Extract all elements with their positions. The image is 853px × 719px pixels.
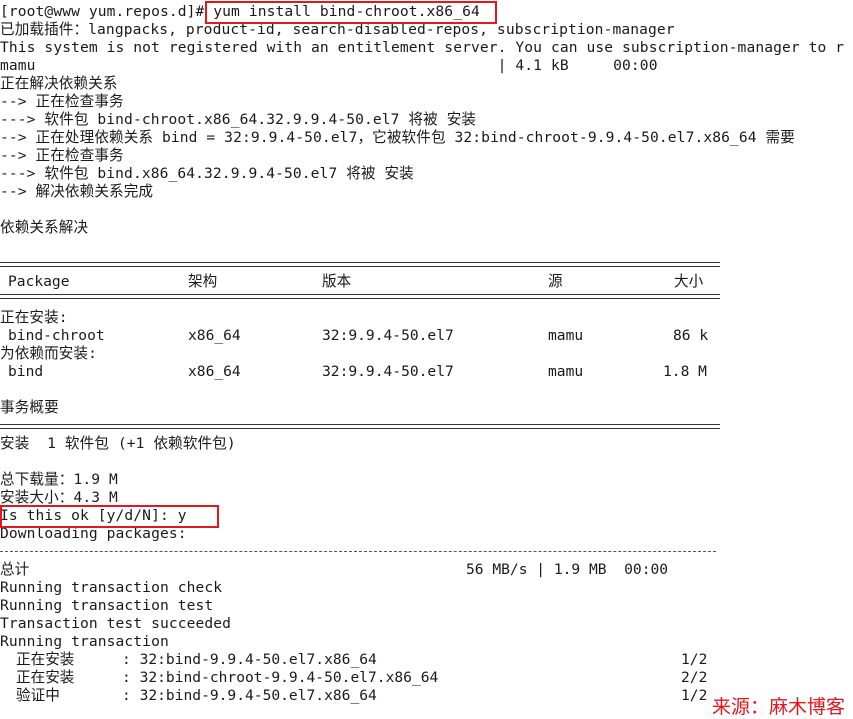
output-line: 正在解决依赖关系	[0, 75, 118, 92]
row-size: 86 k	[673, 327, 709, 344]
step-action: 正在安装	[16, 651, 75, 668]
row-repo: mamu	[548, 363, 584, 380]
step-count: 2/2	[681, 669, 708, 686]
step-action: 正在安装	[16, 669, 75, 686]
summary-download-size: 总下载量：1.9 M	[0, 471, 118, 488]
output-line: --> 正在检查事务	[0, 93, 124, 110]
output-line: This system is not registered with an en…	[0, 39, 845, 56]
table-group-deps: 为依赖而安装:	[0, 345, 98, 362]
output-line: 依赖关系解决	[0, 219, 89, 236]
transaction-line: Running transaction	[0, 633, 169, 650]
output-line: --> 正在处理依赖关系 bind = 32:9.9.4-50.el7，它被软件…	[0, 129, 795, 146]
transaction-line: Running transaction check	[0, 579, 223, 596]
output-line: mamu | 4.1 kB 00:00	[0, 57, 658, 74]
table-header-repo: 源	[548, 273, 563, 290]
prompt-highlight-box	[0, 505, 219, 528]
row-version: 32:9.9.4-50.el7	[322, 363, 454, 380]
table-header-size: 大小	[674, 273, 704, 290]
table-header-version: 版本	[322, 273, 352, 290]
watermark: 来源：麻木博客	[709, 695, 847, 719]
total-label: 总计	[0, 561, 30, 578]
row-package: bind	[8, 363, 44, 380]
output-line: --> 正在检查事务	[0, 147, 124, 164]
step-action: 验证中	[16, 687, 60, 704]
output-line: ---> 软件包 bind-chroot.x86_64.32.9.9.4-50.…	[0, 111, 477, 128]
summary-title: 事务概要	[0, 399, 59, 416]
progress-divider	[0, 551, 716, 553]
total-stats: 56 MB/s | 1.9 MB 00:00	[466, 561, 669, 578]
row-version: 32:9.9.4-50.el7	[322, 327, 454, 344]
step-package: : 32:bind-9.9.4-50.el7.x86_64	[122, 687, 377, 704]
table-group-installing: 正在安装:	[0, 309, 68, 326]
table-rule-mid	[0, 294, 720, 299]
transaction-line: Running transaction test	[0, 597, 214, 614]
table-header-package: Package	[8, 273, 70, 290]
row-arch: x86_64	[188, 327, 241, 344]
row-repo: mamu	[548, 327, 584, 344]
command-highlight-box	[205, 1, 497, 24]
step-package: : 32:bind-chroot-9.9.4-50.el7.x86_64	[122, 669, 439, 686]
step-count: 1/2	[681, 687, 708, 704]
output-line: --> 解决依赖关系完成	[0, 183, 154, 200]
output-line: ---> 软件包 bind.x86_64.32.9.9.4-50.el7 将被 …	[0, 165, 414, 182]
transaction-line: Transaction test succeeded	[0, 615, 232, 632]
row-arch: x86_64	[188, 363, 241, 380]
summary-rule	[0, 424, 720, 429]
row-package: bind-chroot	[8, 327, 105, 344]
terminal-window[interactable]: [root@www yum.repos.d]# yum install bind…	[0, 0, 853, 719]
step-count: 1/2	[681, 651, 708, 668]
step-package: : 32:bind-9.9.4-50.el7.x86_64	[122, 651, 377, 668]
row-size: 1.8 M	[663, 363, 707, 380]
table-rule-top	[0, 262, 720, 267]
summary-install: 安装 1 软件包 (+1 依赖软件包)	[0, 435, 236, 452]
table-header-arch: 架构	[188, 273, 218, 290]
